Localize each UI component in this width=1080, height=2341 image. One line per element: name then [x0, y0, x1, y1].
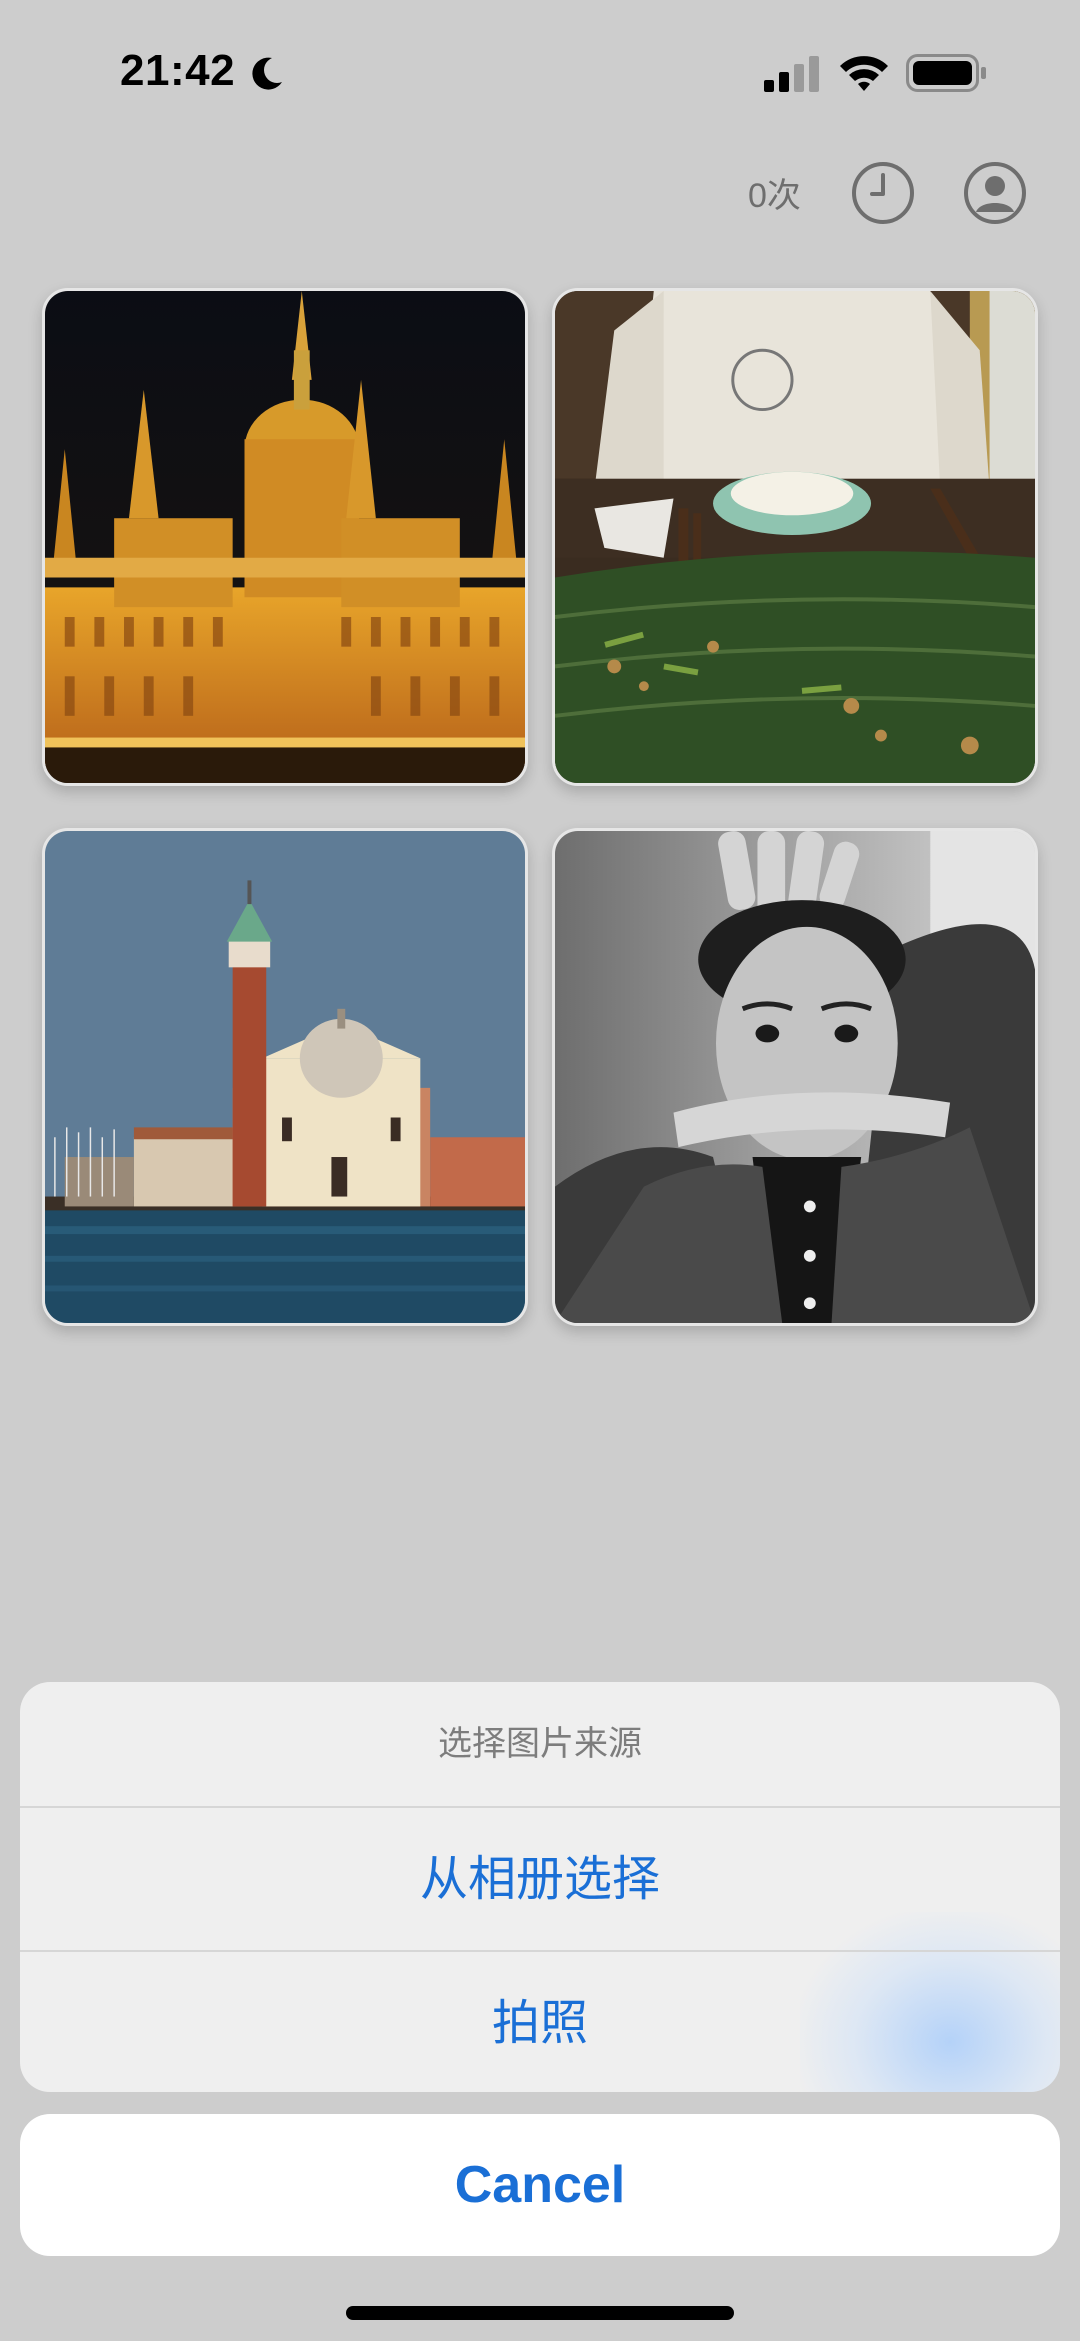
moon-icon: [252, 57, 282, 90]
user-icon: [964, 162, 1026, 224]
cancel-button[interactable]: Cancel: [20, 2114, 1060, 2256]
history-button[interactable]: [850, 160, 916, 226]
take-photo-button[interactable]: 拍照: [20, 1952, 1060, 2092]
profile-button[interactable]: [962, 160, 1028, 226]
photo-tile-dinner[interactable]: [552, 288, 1038, 786]
sheet-title: 选择图片来源: [438, 1724, 642, 1764]
image-source-sheet: 选择图片来源 从相册选择 拍照: [20, 1682, 1060, 2092]
dinner-table-photo: [555, 291, 1035, 783]
status-time: 21:42: [120, 46, 236, 95]
choose-from-album-button[interactable]: 从相册选择: [20, 1808, 1060, 1950]
signal-icon: [764, 56, 819, 92]
clock-icon: [852, 162, 914, 224]
battery-icon: [906, 54, 986, 92]
status-bar: 21:42: [0, 0, 1080, 140]
black-white-portrait-photo: [555, 831, 1035, 1323]
photo-tile-parliament[interactable]: [42, 288, 528, 786]
app-screen: 21:42 0次 选择图片来源 从相册选择 拍照 Cancel: [0, 0, 1080, 2341]
wifi-icon: [840, 56, 888, 91]
home-indicator[interactable]: [346, 2306, 734, 2320]
usage-count: 0次: [748, 177, 801, 215]
parliament-night-photo: [45, 291, 525, 783]
photo-tile-portrait[interactable]: [552, 828, 1038, 1326]
photo-tile-venice[interactable]: [42, 828, 528, 1326]
venice-church-photo: [45, 831, 525, 1323]
